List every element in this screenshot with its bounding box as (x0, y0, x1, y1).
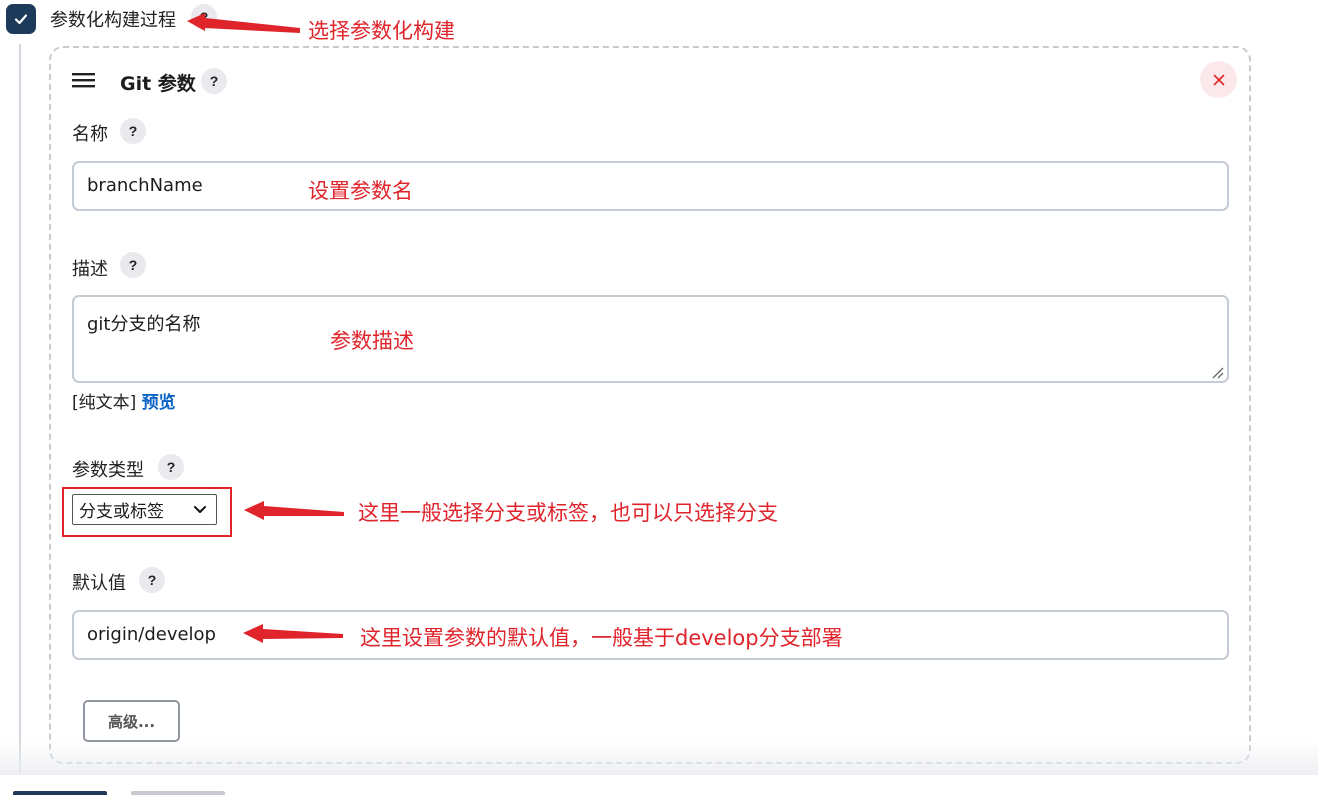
annotation-text: 这里设置参数的默认值，一般基于develop分支部署 (360, 626, 843, 650)
annotation-arrows (187, 13, 344, 643)
annotation-text: 参数描述 (330, 329, 414, 353)
annotation-text: 选择参数化构建 (308, 19, 455, 43)
annotation-text: 这里一般选择分支或标签，也可以只选择分支 (358, 501, 778, 525)
annotation-text: 设置参数名 (308, 179, 413, 203)
